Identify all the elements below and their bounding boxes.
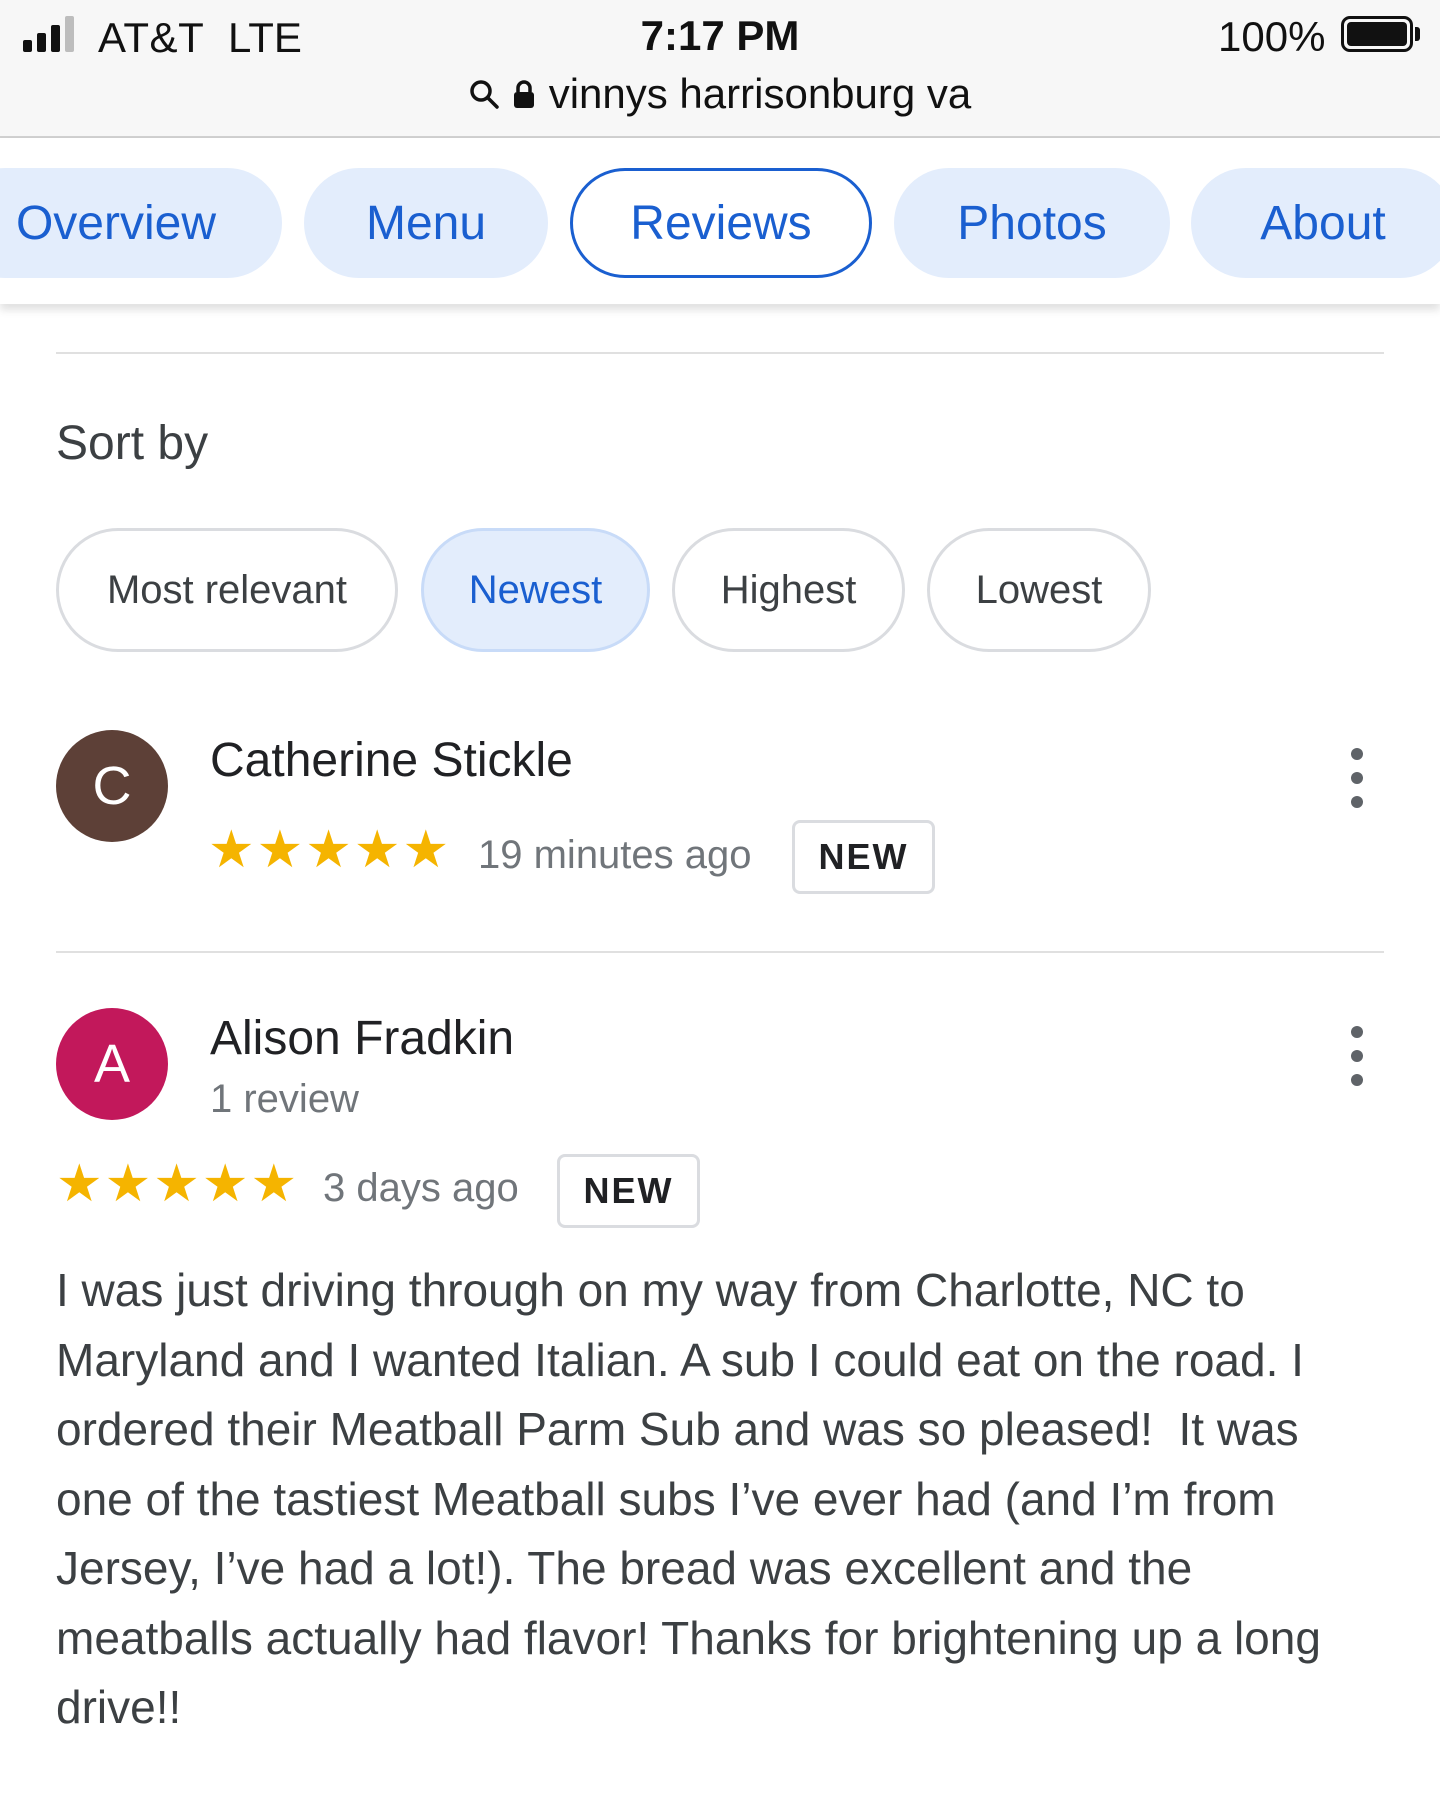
new-badge: NEW (557, 1154, 700, 1228)
tab-about[interactable]: About (1191, 168, 1440, 278)
sort-chip-newest[interactable]: Newest (421, 528, 650, 652)
tab-overview[interactable]: Overview (0, 168, 282, 278)
sort-by-label: Sort by (56, 417, 209, 470)
address-text: vinnys harrisonburg va (548, 70, 972, 117)
sort-chip-highest[interactable]: Highest (672, 528, 905, 652)
star-icon: ★ (353, 821, 401, 879)
star-icon: ★ (208, 821, 255, 879)
star-rating: ★ ★ ★ ★ ★ (56, 1158, 297, 1210)
lock-icon (513, 80, 534, 108)
star-icon: ★ (250, 1155, 298, 1213)
tab-reviews[interactable]: Reviews (570, 168, 872, 278)
address-bar[interactable]: vinnys harrisonburg va (0, 68, 1440, 120)
more-options-icon[interactable] (1347, 1026, 1367, 1086)
star-icon: ★ (56, 1155, 103, 1213)
reviewer-name[interactable]: Alison Fradkin (210, 1011, 514, 1066)
star-icon: ★ (104, 1155, 152, 1213)
new-badge: NEW (792, 820, 935, 894)
reviewer-name[interactable]: Catherine Stickle (210, 733, 573, 788)
battery-icon (1341, 16, 1413, 52)
tab-menu[interactable]: Menu (304, 168, 548, 278)
section-divider (56, 352, 1384, 354)
place-tab-bar: Overview Menu Reviews Photos About (0, 138, 1440, 304)
status-bar: AT&T LTE 7:17 PM 100% vinnys harrisonbur… (0, 0, 1440, 138)
star-icon: ★ (402, 821, 450, 879)
review-time: 19 minutes ago (478, 833, 752, 877)
search-icon (469, 80, 499, 109)
sort-chip-lowest[interactable]: Lowest (927, 528, 1151, 652)
avatar[interactable]: C (56, 730, 168, 842)
star-icon: ★ (305, 821, 352, 879)
more-options-icon[interactable] (1347, 748, 1367, 808)
battery-percent: 100% (1218, 13, 1326, 60)
review-divider (56, 951, 1384, 953)
star-rating: ★ ★ ★ ★ ★ (208, 824, 449, 876)
star-icon: ★ (256, 821, 304, 879)
star-icon: ★ (201, 1155, 249, 1213)
tab-photos[interactable]: Photos (894, 168, 1170, 278)
sort-chip-most-relevant[interactable]: Most relevant (56, 528, 398, 652)
review-time: 3 days ago (323, 1166, 519, 1210)
battery-tip (1415, 27, 1420, 41)
reviewer-review-count[interactable]: 1 review (210, 1077, 359, 1122)
avatar[interactable]: A (56, 1008, 168, 1120)
star-icon: ★ (153, 1155, 200, 1213)
review-text: I was just driving through on my way fro… (56, 1264, 1334, 1733)
